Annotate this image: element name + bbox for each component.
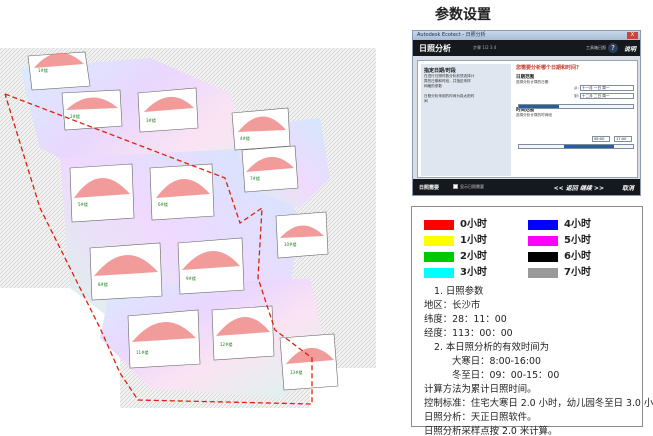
building-label: 2#楼	[70, 113, 80, 119]
param-heading: 2. 本日照分析的有效时间为	[434, 342, 550, 353]
param-latitude: 纬度：28：11：00	[424, 314, 507, 325]
legend-swatch	[424, 220, 454, 230]
dialog-titlebar: Autodesk Ecotect - 日照分析 X	[413, 31, 640, 40]
date-range-fill	[519, 105, 559, 108]
legend-label: 6小时	[564, 251, 591, 262]
close-icon[interactable]: X	[627, 32, 638, 39]
legend-label: 3小时	[460, 267, 487, 278]
date-end-select[interactable]: 十二月 二日 周一	[580, 93, 634, 99]
building-7: 7#楼	[241, 145, 299, 193]
sunlight-analysis-map: 1#楼 2#楼 3#楼 4#楼 5#楼 6#楼 7#楼 8#楼 9#楼 10#楼…	[0, 48, 376, 408]
instructions-title: 指定日期/时段	[424, 68, 456, 74]
building-label: 7#楼	[250, 175, 260, 181]
building-13: 13#楼	[279, 333, 339, 391]
time-start-field[interactable]: 08:00	[592, 136, 610, 142]
legend-label: 4小时	[564, 219, 591, 230]
building-label: 3#楼	[146, 117, 156, 123]
param-sampling: 日照分析采样点按 2.0 米计算。	[424, 426, 558, 436]
building-label: 6#楼	[158, 201, 168, 207]
legend-swatch	[528, 220, 558, 230]
sunlight-parameters: 1. 日照参数 地区：长沙市 纬度：28：11：00 经度：113：00：00 …	[424, 285, 653, 436]
building-label: 11#楼	[136, 349, 148, 355]
building-12: 12#楼	[211, 305, 275, 361]
footer-title: 日照需要	[419, 185, 440, 191]
time-range-desc: 选择分析计算的时间段	[516, 113, 552, 117]
legend-swatch	[528, 268, 558, 278]
building-label: 5#楼	[78, 201, 88, 207]
legend-swatch	[424, 236, 454, 246]
building-3: 3#楼	[137, 87, 199, 133]
building-6: 6#楼	[149, 163, 215, 221]
show-requirements-label: 显示日照需要	[460, 184, 484, 189]
dialog-header-tools: 工具箱日照	[586, 45, 606, 50]
dialog-instructions-panel: 指定日期/时段 在进行日照时数分析前须选择计 算的日期和时段，并指定采样 网格的…	[421, 64, 511, 176]
date-start-label: 从:	[574, 86, 579, 90]
date-start-select[interactable]: 十一月 一日 周一	[580, 85, 634, 91]
param-region: 地区：长沙市	[424, 300, 481, 311]
sunlight-analysis-dialog: Autodesk Ecotect - 日照分析 X 日照分析 步骤 1/2 3 …	[412, 30, 641, 196]
building-label: 4#楼	[240, 135, 250, 141]
building-label: 9#楼	[186, 275, 196, 281]
help-button[interactable]: 说明	[624, 44, 636, 53]
building-1: 1#楼	[27, 51, 91, 91]
building-8: 8#楼	[89, 242, 163, 301]
dialog-header: 日照分析 步骤 1/2 3 4 工具箱日照 ? 说明	[413, 40, 640, 56]
cancel-button[interactable]: 取消	[622, 183, 634, 192]
dialog-step-indicator: 步骤 1/2 3 4	[473, 45, 497, 50]
dialog-body: 指定日期/时段 在进行日照时数分析前须选择计 算的日期和时段，并指定采样 网格的…	[417, 60, 638, 178]
legend-swatch	[528, 252, 558, 262]
param-software: 日照分析：天正日照软件。	[424, 412, 537, 423]
param-heading: 1. 日照参数	[434, 286, 484, 297]
legend-swatch	[424, 268, 454, 278]
building-label: 1#楼	[38, 67, 48, 73]
legend-parameters-box: 0小时 1小时 2小时 3小时 4小时 5小时 6小时 7小时 1. 日照参数 …	[411, 206, 653, 436]
show-requirements-checkbox[interactable]	[453, 184, 458, 189]
building-5: 5#楼	[69, 163, 135, 223]
time-end-field[interactable]: 17:00	[614, 136, 632, 142]
building-label: 13#楼	[290, 369, 302, 375]
param-dahan: 大寒日：8:00-16:00	[452, 356, 541, 367]
form-question: 您需要分析哪个日期和时间?	[516, 65, 579, 71]
building-9: 9#楼	[177, 237, 245, 295]
building-2: 2#楼	[61, 89, 123, 131]
legend-label: 5小时	[564, 235, 591, 246]
building-4: 4#楼	[231, 107, 291, 151]
help-icon[interactable]: ?	[608, 43, 618, 53]
section-title: 参数设置	[435, 7, 491, 23]
param-longitude: 经度：113：00：00	[424, 328, 513, 339]
back-next-buttons[interactable]: << 返回 继续 >>	[554, 183, 604, 192]
param-method: 计算方法为累计日照时间。	[424, 384, 537, 395]
building-label: 10#楼	[284, 241, 296, 247]
legend-label: 1小时	[460, 235, 487, 246]
legend-swatch	[528, 236, 558, 246]
param-dongzhi: 冬至日：09：00-15：00	[452, 370, 560, 381]
building-label: 12#楼	[220, 341, 232, 347]
dialog-form-panel: 您需要分析哪个日期和时间? 日期范围 选择分析计算的日期 从: 十一月 一日 周…	[516, 64, 636, 176]
instructions-line: 间	[424, 99, 428, 103]
legend-swatch	[424, 252, 454, 262]
legend-label: 2小时	[460, 251, 487, 262]
legend-label: 0小时	[460, 219, 487, 230]
dialog-header-title: 日照分析	[419, 44, 451, 53]
building-10: 10#楼	[275, 211, 329, 259]
dialog-window-title: Autodesk Ecotect - 日照分析	[417, 32, 486, 38]
date-end-label: 到:	[574, 94, 579, 98]
time-range-fill	[564, 145, 614, 148]
param-standard: 控制标准：住宅大寒日 2.0 小时，幼儿园冬至日 3.0 小时。	[424, 398, 653, 409]
building-11: 11#楼	[127, 309, 201, 369]
legend-label: 7小时	[564, 267, 591, 278]
dialog-footer: 日照需要 显示日照需要 << 返回 继续 >> 取消	[413, 179, 640, 195]
building-label: 8#楼	[98, 281, 108, 287]
